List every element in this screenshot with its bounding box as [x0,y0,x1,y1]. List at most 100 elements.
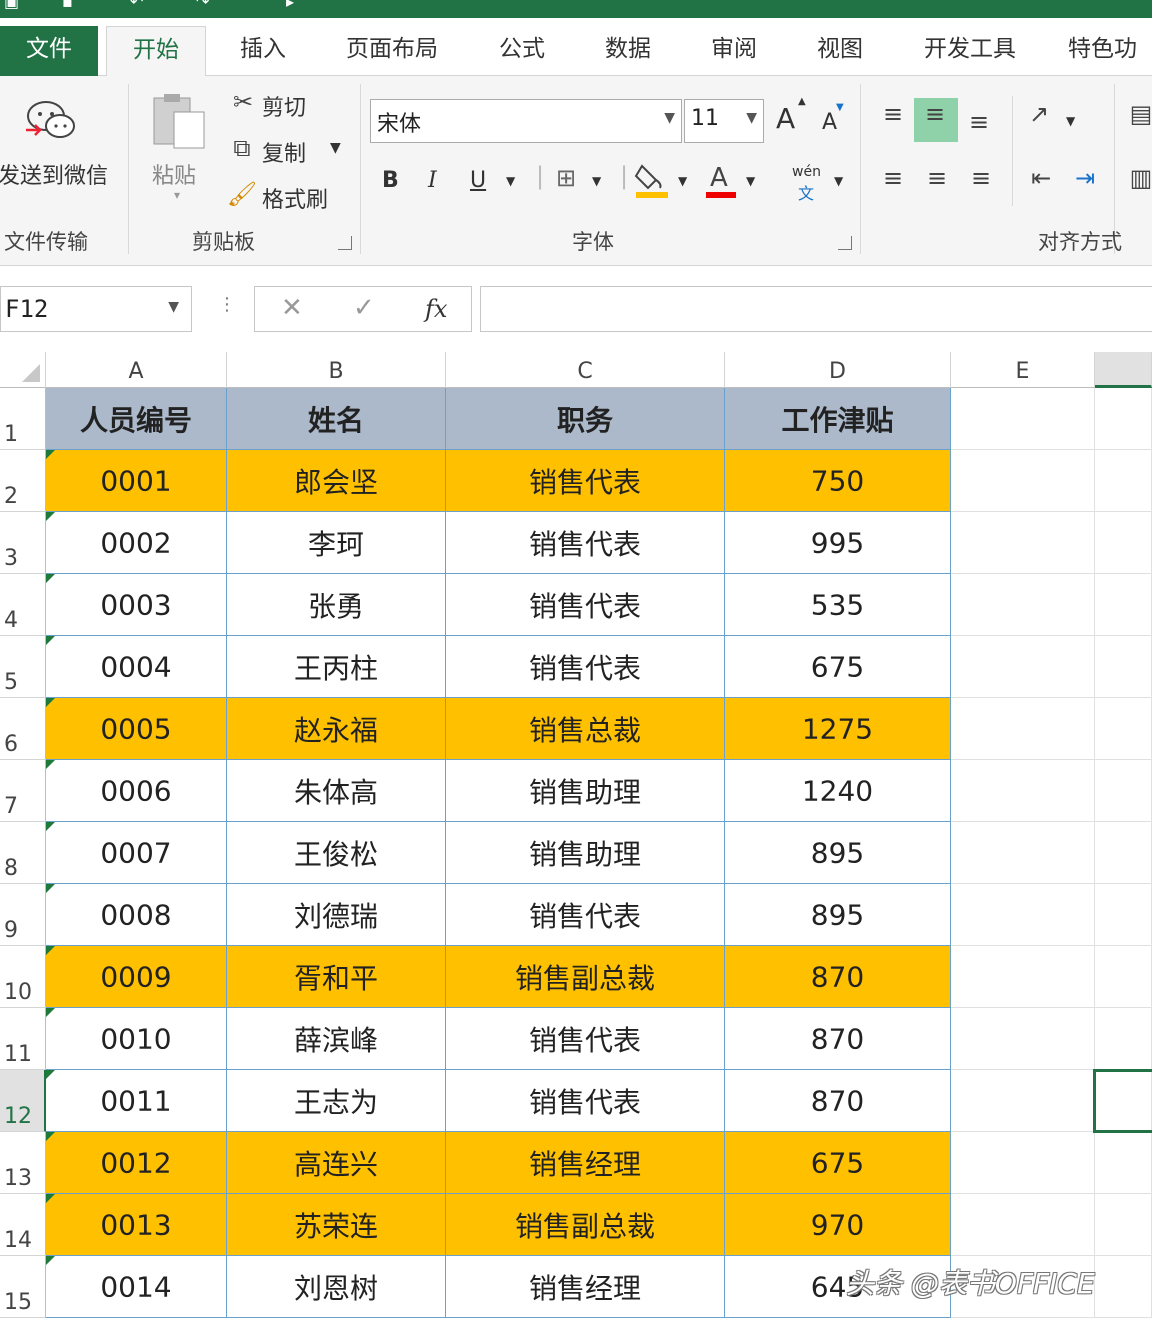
empty-cell-f[interactable] [1095,1132,1152,1194]
row-header-14[interactable]: 14 [0,1194,46,1256]
table-cell-name[interactable]: 胥和平 [227,946,446,1008]
formula-input[interactable] [480,286,1152,332]
align-bottom-icon[interactable]: ≡ [962,108,996,136]
empty-cell-e[interactable] [951,1008,1095,1070]
name-box[interactable]: F12 ▼ [0,286,192,332]
table-cell-role[interactable]: 销售经理 [446,1256,725,1318]
empty-cell-e[interactable] [951,388,1095,450]
empty-cell-f[interactable] [1095,1008,1152,1070]
error-indicator-icon[interactable] [46,636,55,645]
table-cell-id[interactable]: 0014 [46,1256,227,1318]
border-icon[interactable]: ⊞ [550,164,582,192]
row-header-5[interactable]: 5 [0,636,46,698]
empty-cell-e[interactable] [951,1070,1095,1132]
table-cell-id[interactable]: 0001 [46,450,227,512]
chevron-down-icon[interactable]: ▼ [168,299,179,315]
empty-cell-f[interactable] [1095,822,1152,884]
error-indicator-icon[interactable] [46,760,55,769]
phonetic-icon[interactable]: wén [792,164,821,180]
table-cell-allowance[interactable]: 995 [725,512,951,574]
empty-cell-f[interactable] [1095,450,1152,512]
error-indicator-icon[interactable] [46,1256,55,1265]
copy-dropdown-icon[interactable]: ▼ [330,140,341,156]
table-cell-name[interactable]: 李珂 [227,512,446,574]
row-header-2[interactable]: 2 [0,450,46,512]
empty-cell-e[interactable] [951,884,1095,946]
table-cell-allowance[interactable]: 895 [725,884,951,946]
paste-dropdown-icon[interactable]: ▾ [174,188,180,202]
cut-label[interactable]: 剪切 [262,90,306,122]
table-cell-id[interactable]: 0002 [46,512,227,574]
italic-button[interactable]: I [428,168,437,193]
underline-button[interactable]: U [470,168,486,193]
table-cell-id[interactable]: 0006 [46,760,227,822]
font-size-combo[interactable]: 11 ▼ [684,99,764,143]
empty-cell-e[interactable] [951,1194,1095,1256]
clipboard-launcher-icon[interactable] [338,236,352,250]
table-cell-allowance[interactable]: 1240 [725,760,951,822]
table-cell-name[interactable]: 高连兴 [227,1132,446,1194]
tab-developer[interactable]: 开发工具 [914,26,1026,76]
row-header-11[interactable]: 11 [0,1008,46,1070]
tab-home[interactable]: 开始 [106,26,206,77]
table-cell-allowance[interactable]: 870 [725,1070,951,1132]
merge-icon[interactable]: ▥ [1126,164,1152,192]
align-middle-icon[interactable]: ≡ [918,100,952,128]
bold-button[interactable]: B [382,168,399,193]
save-icon[interactable]: ▪ [62,0,84,11]
phonetic-dropdown-icon[interactable]: ▼ [834,174,843,188]
table-cell-id[interactable]: 0012 [46,1132,227,1194]
empty-cell-f[interactable] [1095,636,1152,698]
error-indicator-icon[interactable] [46,450,55,459]
table-cell-role[interactable]: 销售代表 [446,512,725,574]
table-cell-allowance[interactable]: 1275 [725,698,951,760]
empty-cell-f[interactable] [1095,1194,1152,1256]
empty-cell-e[interactable] [951,946,1095,1008]
column-header-f[interactable] [1095,352,1152,388]
orientation-dropdown-icon[interactable]: ▼ [1066,114,1075,128]
error-indicator-icon[interactable] [46,1008,55,1017]
table-cell-role[interactable]: 销售代表 [446,1008,725,1070]
table-cell-role[interactable]: 销售代表 [446,636,725,698]
empty-cell-e[interactable] [951,450,1095,512]
table-cell-name[interactable]: 刘恩树 [227,1256,446,1318]
empty-cell-e[interactable] [951,822,1095,884]
error-indicator-icon[interactable] [46,512,55,521]
tab-formulas[interactable]: 公式 [490,26,554,76]
empty-cell-f[interactable] [1095,1256,1152,1318]
table-cell-id[interactable]: 0010 [46,1008,227,1070]
empty-cell-f[interactable] [1095,574,1152,636]
error-indicator-icon[interactable] [46,946,55,955]
increase-indent-icon[interactable]: ⇥ [1068,164,1102,192]
table-cell-name[interactable]: 薛滨峰 [227,1008,446,1070]
align-right-icon[interactable]: ≡ [964,164,998,192]
table-cell-id[interactable]: 0011 [46,1070,227,1132]
error-indicator-icon[interactable] [46,1194,55,1203]
tab-file[interactable]: 文件 [0,26,98,76]
table-cell-role[interactable]: 销售助理 [446,760,725,822]
row-header-13[interactable]: 13 [0,1132,46,1194]
row-header-1[interactable]: 1 [0,388,46,450]
row-header-12[interactable]: 12 [0,1070,46,1132]
empty-cell-f[interactable] [1095,760,1152,822]
wrap-text-icon[interactable]: ▤ [1126,100,1152,128]
empty-cell-f[interactable] [1095,698,1152,760]
table-cell-id[interactable]: 0004 [46,636,227,698]
cancel-icon[interactable]: ✕ [281,293,303,323]
tab-view[interactable]: 视图 [808,26,872,76]
error-indicator-icon[interactable] [46,1132,55,1141]
shrink-font-icon[interactable]: A [822,110,837,135]
empty-cell-e[interactable] [951,760,1095,822]
wechat-send-label[interactable]: 发送到微信 [0,158,108,190]
select-all-corner[interactable] [0,352,46,388]
table-cell-id[interactable]: 0005 [46,698,227,760]
table-cell-allowance[interactable]: 675 [725,636,951,698]
active-cell-f12[interactable] [1093,1069,1152,1133]
table-header-cell[interactable]: 职务 [446,388,725,450]
table-cell-name[interactable]: 苏荣连 [227,1194,446,1256]
brush-icon[interactable]: 🖌 [226,180,258,208]
row-header-8[interactable]: 8 [0,822,46,884]
redo-icon[interactable]: ↷ [196,0,218,11]
chevron-down-icon[interactable]: ▼ [746,110,757,126]
chevron-down-icon[interactable]: ▼ [664,110,675,126]
